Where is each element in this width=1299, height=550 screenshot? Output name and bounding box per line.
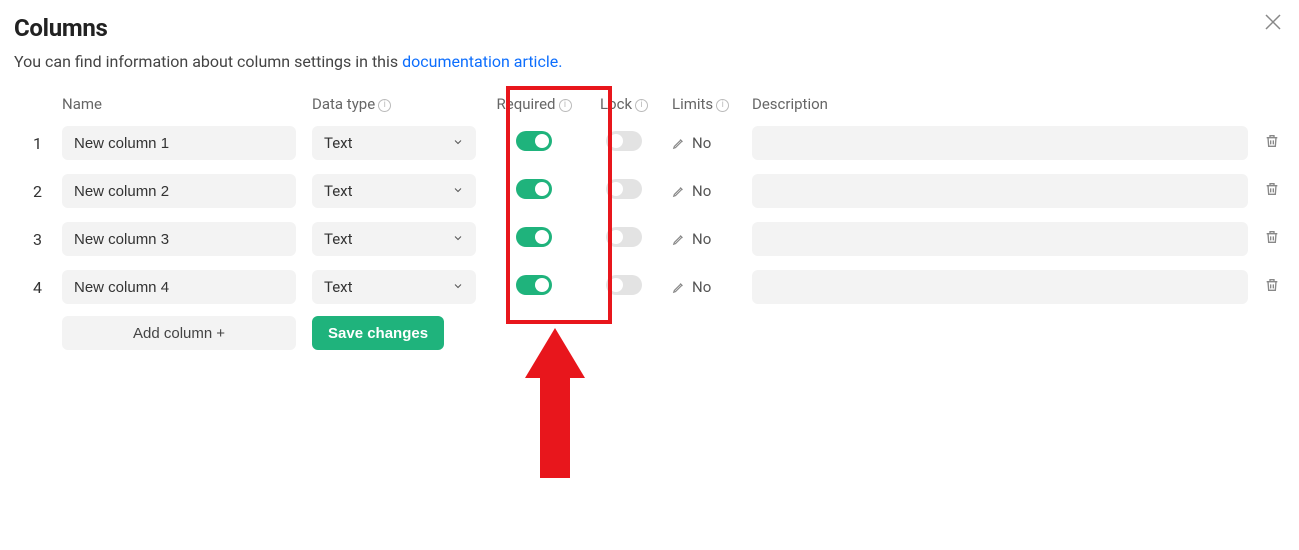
datatype-select[interactable]: Text — [312, 126, 476, 160]
table-row: 2 Text No — [14, 167, 1288, 215]
lock-toggle[interactable] — [606, 275, 642, 295]
hdr-lock: Lock — [600, 95, 632, 113]
description-input[interactable] — [752, 126, 1248, 160]
row-index: 2 — [14, 167, 54, 215]
trash-icon[interactable] — [1264, 133, 1280, 149]
limits-button[interactable]: No — [672, 278, 736, 296]
limits-button[interactable]: No — [672, 230, 736, 248]
pencil-icon — [672, 232, 686, 246]
actions-row: Add column + Save changes — [14, 311, 1288, 355]
name-input[interactable] — [62, 222, 296, 256]
limits-value: No — [692, 278, 711, 296]
lock-toggle[interactable] — [606, 131, 642, 151]
table-row: 4 Text No — [14, 263, 1288, 311]
info-icon[interactable]: i — [378, 99, 391, 112]
lock-toggle[interactable] — [606, 179, 642, 199]
hdr-name: Name — [62, 95, 102, 113]
datatype-value: Text — [324, 230, 353, 248]
limits-value: No — [692, 134, 711, 152]
table-row: 1 Text No — [14, 119, 1288, 167]
limits-value: No — [692, 230, 711, 248]
row-index: 1 — [14, 119, 54, 167]
chevron-down-icon — [452, 134, 464, 152]
datatype-select[interactable]: Text — [312, 174, 476, 208]
plus-icon: + — [216, 325, 225, 342]
hdr-required: Required — [497, 95, 556, 113]
page-title: Columns — [14, 14, 1285, 42]
subtitle: You can find information about column se… — [14, 52, 1285, 71]
row-index: 4 — [14, 263, 54, 311]
datatype-select[interactable]: Text — [312, 270, 476, 304]
name-input[interactable] — [62, 174, 296, 208]
hdr-type: Data type — [312, 95, 375, 113]
chevron-down-icon — [452, 230, 464, 248]
datatype-select[interactable]: Text — [312, 222, 476, 256]
limits-button[interactable]: No — [672, 134, 736, 152]
lock-toggle[interactable] — [606, 227, 642, 247]
required-toggle[interactable] — [516, 179, 552, 199]
subtitle-text: You can find information about column se… — [14, 52, 402, 71]
add-column-button[interactable]: Add column + — [62, 316, 296, 350]
chevron-down-icon — [452, 278, 464, 296]
close-icon[interactable] — [1261, 10, 1285, 34]
description-input[interactable] — [752, 222, 1248, 256]
info-icon[interactable]: i — [635, 99, 648, 112]
trash-icon[interactable] — [1264, 277, 1280, 293]
pencil-icon — [672, 280, 686, 294]
datatype-value: Text — [324, 182, 353, 200]
info-icon[interactable]: i — [716, 99, 729, 112]
table-header: Name Data typei Requiredi Locki Limitsi … — [14, 89, 1288, 119]
description-input[interactable] — [752, 270, 1248, 304]
datatype-value: Text — [324, 134, 353, 152]
required-toggle[interactable] — [516, 131, 552, 151]
required-toggle[interactable] — [516, 227, 552, 247]
pencil-icon — [672, 136, 686, 150]
chevron-down-icon — [452, 182, 464, 200]
columns-table: Name Data typei Requiredi Locki Limitsi … — [14, 89, 1288, 355]
pencil-icon — [672, 184, 686, 198]
table-row: 3 Text No — [14, 215, 1288, 263]
required-toggle[interactable] — [516, 275, 552, 295]
limits-value: No — [692, 182, 711, 200]
row-index: 3 — [14, 215, 54, 263]
limits-button[interactable]: No — [672, 182, 736, 200]
description-input[interactable] — [752, 174, 1248, 208]
name-input[interactable] — [62, 126, 296, 160]
trash-icon[interactable] — [1264, 229, 1280, 245]
save-button[interactable]: Save changes — [312, 316, 444, 350]
doc-link[interactable]: documentation article. — [402, 52, 562, 71]
trash-icon[interactable] — [1264, 181, 1280, 197]
datatype-value: Text — [324, 278, 353, 296]
hdr-desc: Description — [752, 95, 828, 113]
name-input[interactable] — [62, 270, 296, 304]
hdr-limits: Limits — [672, 95, 713, 113]
info-icon[interactable]: i — [559, 99, 572, 112]
add-column-label: Add column — [133, 325, 212, 342]
